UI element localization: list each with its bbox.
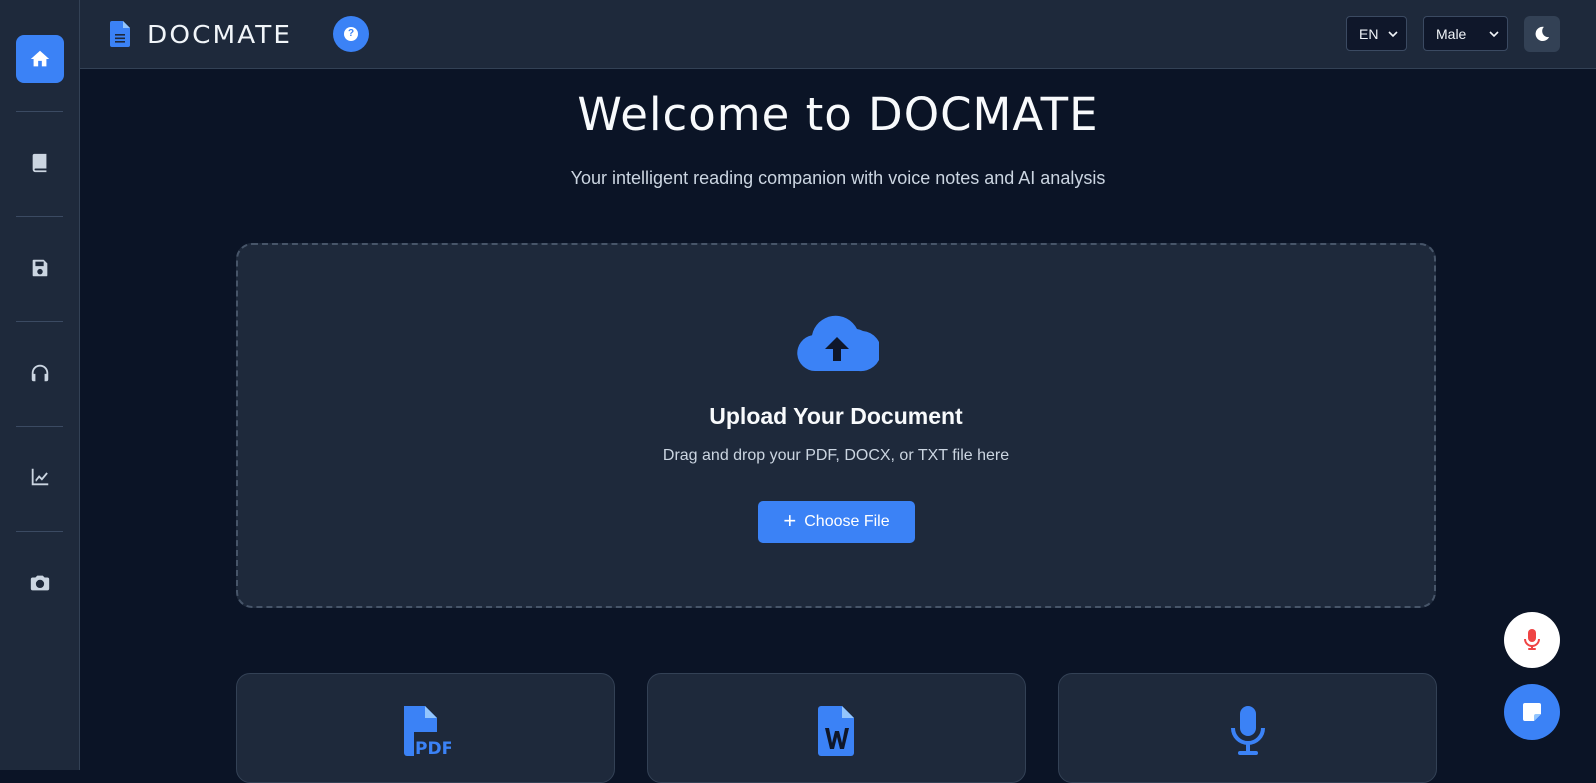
microphone-icon [1231, 706, 1265, 755]
floppy-disk-icon [32, 259, 48, 277]
file-word-icon [818, 706, 854, 756]
top-bar: DOCMATE ? EN Male [80, 0, 1596, 69]
camera-icon [30, 575, 50, 591]
plus-icon: + [783, 508, 797, 533]
choose-file-label: Choose File [804, 513, 890, 530]
sidebar-divider [16, 111, 63, 112]
feature-card-pdf: PDF [236, 673, 615, 783]
sidebar-item-library[interactable] [16, 139, 64, 187]
sidebar-divider [16, 216, 63, 217]
upload-title: Upload Your Document [709, 403, 963, 429]
app-logo-text: DOCMATE [147, 20, 293, 49]
feature-card-voice [1058, 673, 1437, 783]
voice-select[interactable]: Male [1423, 16, 1508, 51]
voice-note-button[interactable] [1504, 612, 1560, 668]
feature-card-docx [647, 673, 1026, 783]
chevron-down-icon [1388, 31, 1398, 38]
moon-icon [1535, 26, 1550, 42]
upload-dropzone[interactable]: Upload Your Document Drag and drop your … [236, 243, 1436, 608]
chevron-down-icon [1489, 31, 1499, 38]
microphone-icon [1524, 629, 1540, 650]
file-text-icon [110, 21, 130, 47]
sidebar-item-audio[interactable] [16, 349, 64, 397]
page-title: Welcome to DOCMATE [577, 88, 1099, 141]
language-select[interactable]: EN [1346, 16, 1407, 51]
voice-select-value: Male [1436, 25, 1467, 42]
home-icon [30, 50, 50, 67]
cloud-upload-icon [797, 315, 879, 372]
sticky-note-icon [1523, 703, 1541, 721]
sidebar-item-saved[interactable] [16, 244, 64, 292]
file-pdf-icon: PDF [404, 706, 451, 756]
language-select-value: EN [1359, 25, 1379, 42]
theme-toggle-button[interactable] [1524, 16, 1560, 52]
page-subtitle: Your intelligent reading companion with … [570, 168, 1106, 188]
chart-line-icon [31, 468, 49, 486]
upload-description: Drag and drop your PDF, DOCX, or TXT fil… [662, 447, 1010, 464]
sidebar-item-camera[interactable] [16, 559, 64, 607]
sidebar-item-analytics[interactable] [16, 453, 64, 501]
headphones-icon [31, 364, 49, 382]
sidebar-divider [16, 531, 63, 532]
svg-text:PDF: PDF [415, 739, 451, 756]
question-circle-icon: ? [344, 27, 358, 41]
help-button[interactable]: ? [333, 16, 369, 52]
choose-file-button[interactable]: + Choose File [758, 501, 915, 543]
sidebar [0, 0, 80, 770]
sidebar-divider [16, 426, 63, 427]
book-icon [32, 153, 47, 173]
sidebar-item-home[interactable] [16, 35, 64, 83]
sticky-note-button[interactable] [1504, 684, 1560, 740]
sidebar-divider [16, 321, 63, 322]
